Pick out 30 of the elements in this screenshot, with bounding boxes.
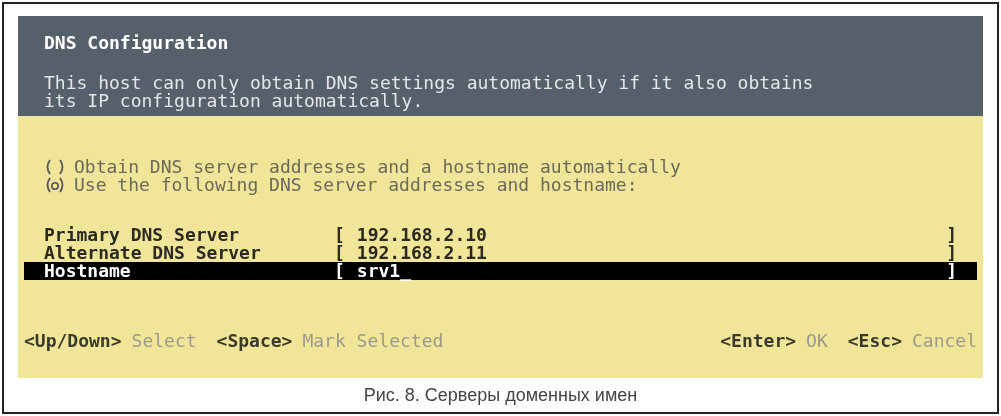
radio-label: Obtain DNS server addresses and a hostname automatically <box>74 158 681 176</box>
bracket: [ <box>334 226 345 244</box>
key-action: Select <box>131 332 197 350</box>
key-action: Cancel <box>911 332 977 350</box>
selected-field-row[interactable]: Hostname [ srv1_ ] <box>24 262 977 280</box>
bracket: ] <box>946 262 957 280</box>
field-label: Hostname <box>44 262 132 280</box>
description: This host can only obtain DNS settings automatically if it also obtains its IP configuration automatically. <box>44 74 815 110</box>
field-label: Alternate DNS Server <box>44 244 262 262</box>
field-row[interactable]: Alternate DNS Server [ 192.168.2.11 ] <box>24 244 977 262</box>
radio-label: Use the following DNS server addresses and hostname: <box>74 176 638 194</box>
key-action: OK <box>806 332 828 350</box>
field-value: 192.168.2.10 <box>356 226 488 244</box>
field-label: Primary DNS Server <box>44 226 241 244</box>
field-value: 192.168.2.11 <box>356 244 488 262</box>
key-label: <Esc> <box>847 332 902 350</box>
window-title: DNS Configuration <box>44 34 230 52</box>
radio-icon[interactable] <box>44 159 66 175</box>
bracket: [ <box>334 262 345 280</box>
bracket: ] <box>946 226 957 244</box>
key-label: <Up/Down> <box>24 332 122 350</box>
radio-selected-icon[interactable] <box>44 177 66 193</box>
key-label: <Space> <box>216 332 293 350</box>
bracket: [ <box>334 244 345 262</box>
bracket: ] <box>946 244 957 262</box>
key-label: <Enter> <box>720 332 797 350</box>
field-row[interactable]: Primary DNS Server [ 192.168.2.10 ] <box>24 226 977 244</box>
field-value: srv1_ <box>356 262 413 280</box>
key-action: Mark Selected <box>302 332 444 350</box>
figure-caption: Рис. 8. Серверы доменных имен <box>363 383 638 407</box>
